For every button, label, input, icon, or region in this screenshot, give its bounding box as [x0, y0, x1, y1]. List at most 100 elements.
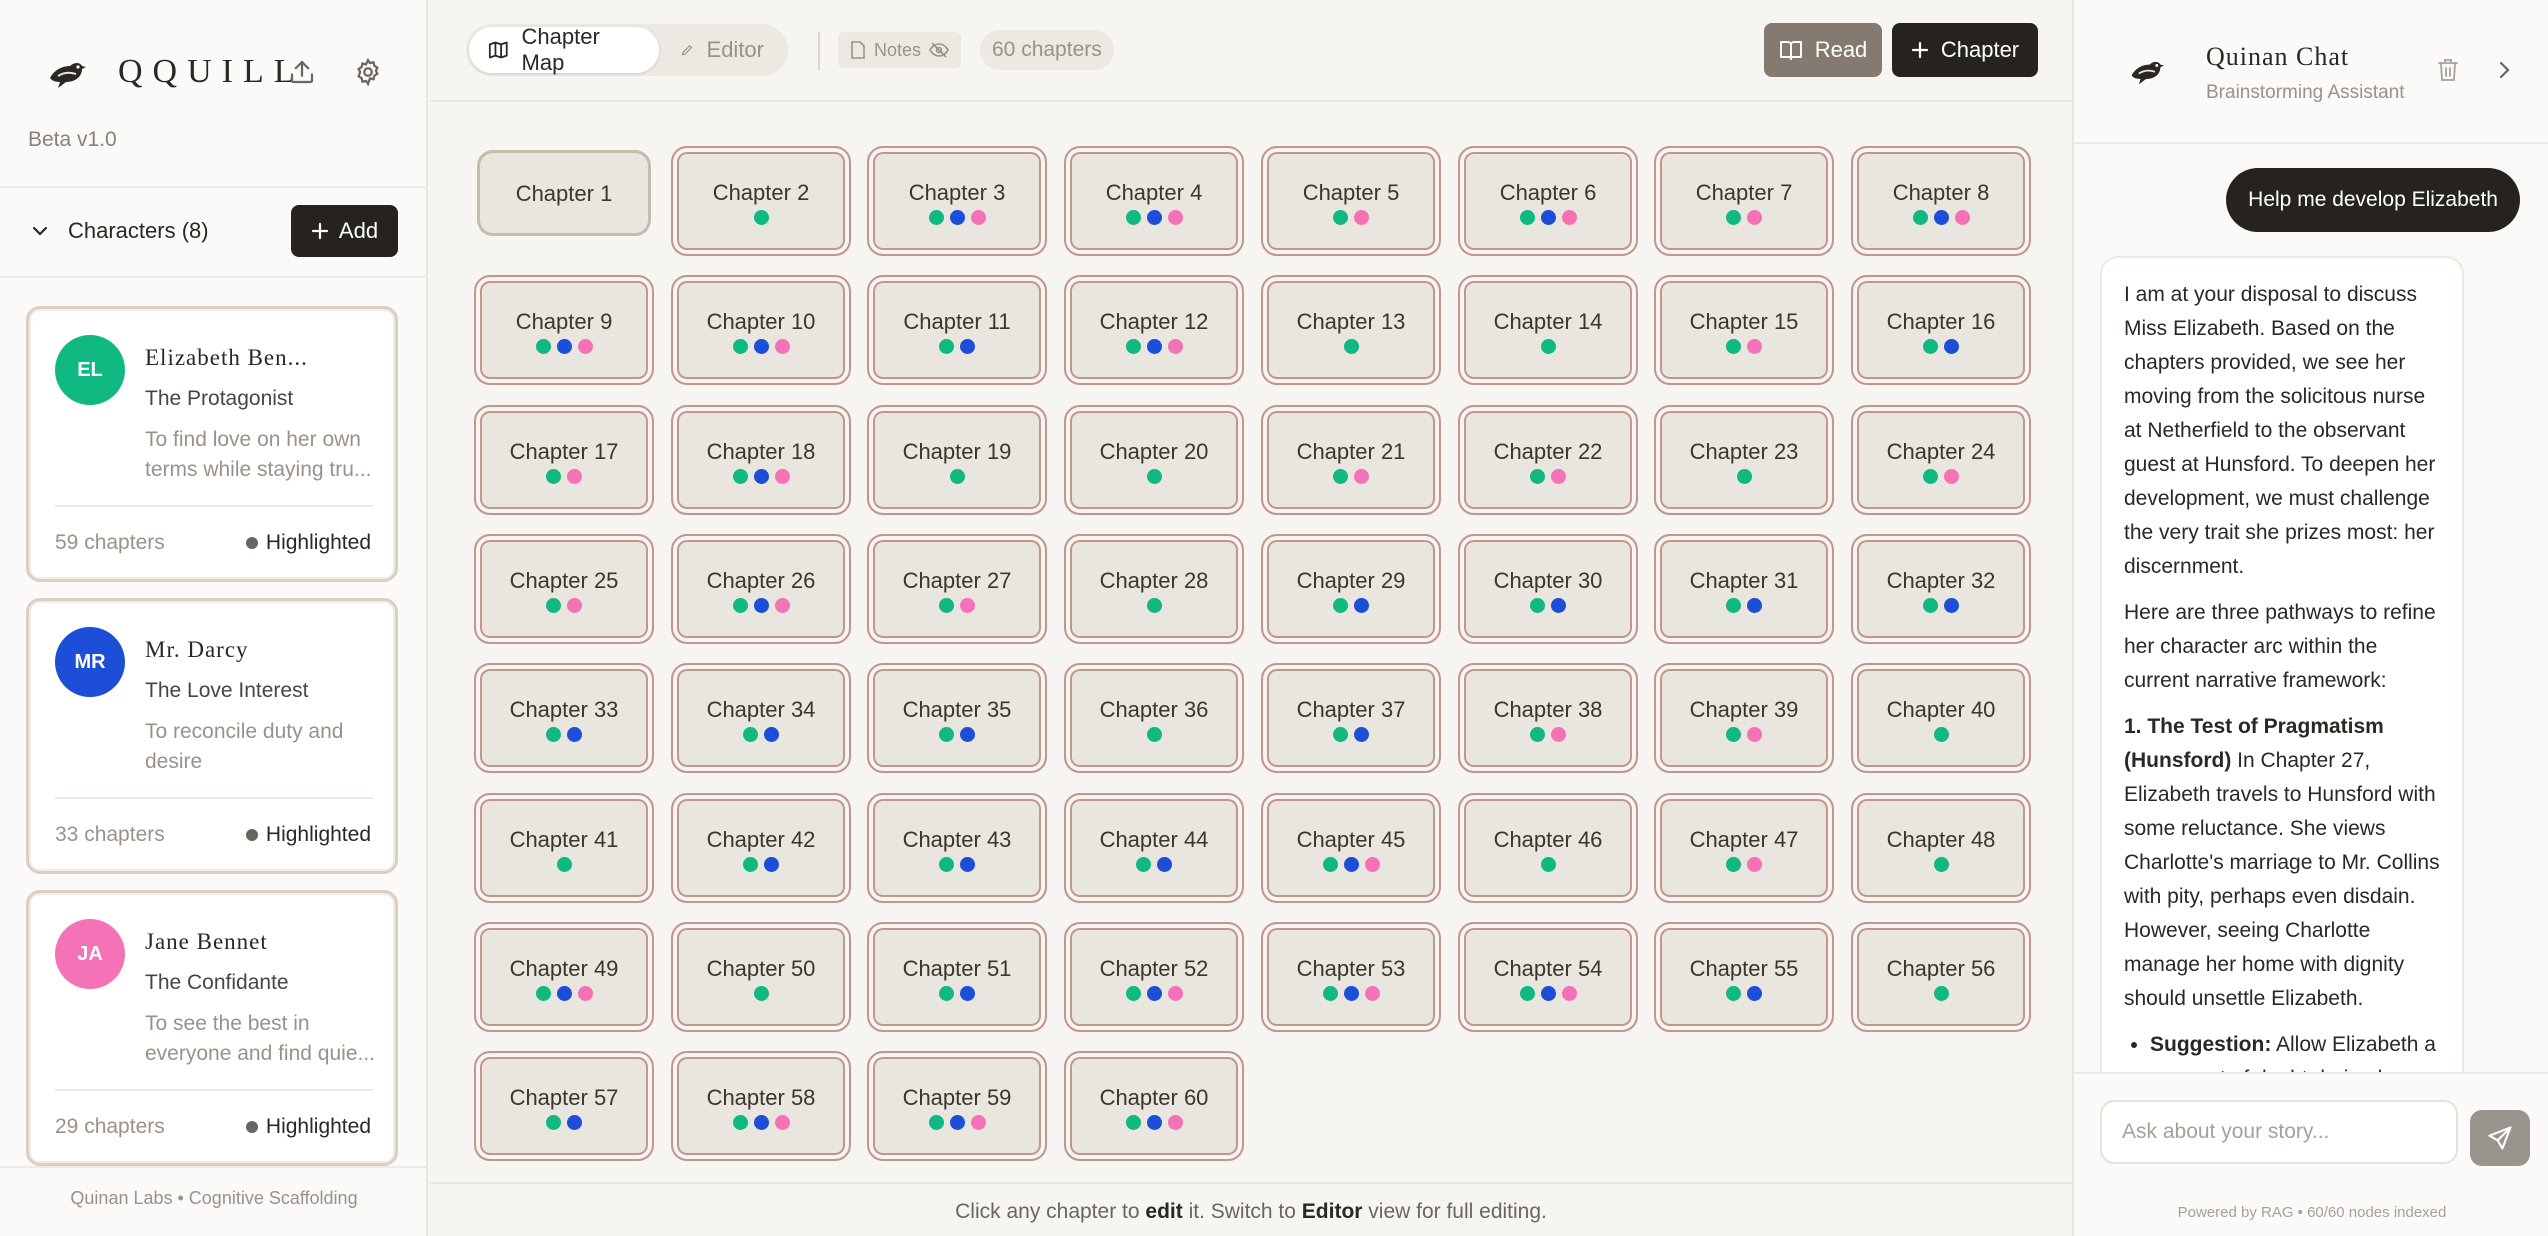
chapter-card[interactable]: Chapter 28	[1064, 534, 1244, 644]
chapter-character-dots	[673, 1115, 849, 1130]
avatar: MR	[55, 627, 125, 697]
chat-input[interactable]	[2100, 1100, 2458, 1164]
chapter-card[interactable]: Chapter 42	[671, 793, 851, 903]
chapter-card[interactable]: Chapter 40	[1851, 663, 2031, 773]
chapter-card[interactable]: Chapter 11	[867, 275, 1047, 385]
chapter-card[interactable]: Chapter 53	[1261, 922, 1441, 1032]
chapter-card[interactable]: Chapter 45	[1261, 793, 1441, 903]
character-card-jane[interactable]: JA Jane Bennet The Confidante To see the…	[26, 890, 398, 1166]
chapter-card[interactable]: Chapter 56	[1851, 922, 2031, 1032]
chapter-card[interactable]: Chapter 36	[1064, 663, 1244, 773]
chapter-card[interactable]: Chapter 41	[474, 793, 654, 903]
add-character-button[interactable]: Add	[291, 205, 398, 257]
chapter-card[interactable]: Chapter 18	[671, 405, 851, 515]
chapter-card[interactable]: Chapter 22	[1458, 405, 1638, 515]
chapter-card[interactable]: Chapter 9	[474, 275, 654, 385]
chapter-card[interactable]: Chapter 55	[1654, 922, 1834, 1032]
chapter-card[interactable]: Chapter 23	[1654, 405, 1834, 515]
character-dot-blue	[567, 727, 582, 742]
chapter-card[interactable]: Chapter 44	[1064, 793, 1244, 903]
chapter-title: Chapter 16	[1886, 309, 1996, 334]
chapter-card[interactable]: Chapter 26	[671, 534, 851, 644]
character-card-darcy[interactable]: MR Mr. Darcy The Love Interest To reconc…	[26, 598, 398, 874]
chapter-card[interactable]: Chapter 10	[671, 275, 851, 385]
character-dot-blue	[1354, 727, 1369, 742]
chapter-card[interactable]: Chapter 1	[477, 150, 651, 236]
character-dot-pink	[1354, 469, 1369, 484]
notes-toggle[interactable]: Notes	[838, 32, 962, 68]
chapter-card[interactable]: Chapter 24	[1851, 405, 2031, 515]
read-button[interactable]: Read	[1764, 23, 1882, 77]
chapter-card[interactable]: Chapter 13	[1261, 275, 1441, 385]
chapter-card[interactable]: Chapter 50	[671, 922, 851, 1032]
chapter-card[interactable]: Chapter 29	[1261, 534, 1441, 644]
character-card-elizabeth[interactable]: EL Elizabeth Ben... The Protagonist To f…	[26, 306, 398, 582]
chapter-card[interactable]: Chapter 21	[1261, 405, 1441, 515]
hint-editor: Editor	[1301, 1200, 1363, 1223]
chapter-character-dots	[1066, 986, 1242, 1001]
chapter-card[interactable]: Chapter 48	[1851, 793, 2031, 903]
chapter-card[interactable]: Chapter 43	[867, 793, 1047, 903]
chapter-card[interactable]: Chapter 57	[474, 1051, 654, 1161]
chapter-card[interactable]: Chapter 20	[1064, 405, 1244, 515]
chapter-card[interactable]: Chapter 39	[1654, 663, 1834, 773]
gear-icon[interactable]	[348, 52, 388, 92]
characters-title: Characters (8)	[68, 218, 209, 243]
chapter-title: Chapter 49	[509, 956, 619, 981]
chapter-title: Chapter 45	[1296, 827, 1406, 852]
chapter-card[interactable]: Chapter 14	[1458, 275, 1638, 385]
chapter-card[interactable]: Chapter 58	[671, 1051, 851, 1161]
character-dot-green	[939, 339, 954, 354]
chapter-card[interactable]: Chapter 16	[1851, 275, 2031, 385]
chapter-card[interactable]: Chapter 27	[867, 534, 1047, 644]
hint-pre: Click any chapter to	[955, 1200, 1146, 1223]
chapter-card[interactable]: Chapter 2	[671, 146, 851, 256]
chapter-card[interactable]: Chapter 60	[1064, 1051, 1244, 1161]
brand: QQUILL	[44, 52, 305, 92]
highlight-toggle[interactable]: Highlighted	[245, 531, 371, 555]
chapter-card[interactable]: Chapter 32	[1851, 534, 2031, 644]
chapter-title: Chapter 39	[1689, 697, 1799, 722]
chapter-title: Chapter 41	[509, 827, 619, 852]
chapter-card[interactable]: Chapter 7	[1654, 146, 1834, 256]
chapter-character-dots	[1066, 469, 1242, 484]
chapter-card[interactable]: Chapter 33	[474, 663, 654, 773]
chapter-card[interactable]: Chapter 5	[1261, 146, 1441, 256]
chapter-card[interactable]: Chapter 54	[1458, 922, 1638, 1032]
chapter-card[interactable]: Chapter 47	[1654, 793, 1834, 903]
tab-chapter-map[interactable]: Chapter Map	[469, 24, 659, 75]
chevron-right-icon[interactable]	[2488, 54, 2520, 86]
chapter-card[interactable]: Chapter 46	[1458, 793, 1638, 903]
chapter-card[interactable]: Chapter 19	[867, 405, 1047, 515]
chapter-character-dots	[1853, 210, 2029, 225]
chapter-card[interactable]: Chapter 4	[1064, 146, 1244, 256]
assistant-list: Suggestion: Allow Elizabeth a moment of …	[2150, 1028, 2440, 1072]
add-chapter-button[interactable]: Chapter	[1892, 23, 2038, 77]
character-dot-pink	[1747, 210, 1762, 225]
chapter-character-dots	[476, 598, 652, 613]
chapter-card[interactable]: Chapter 52	[1064, 922, 1244, 1032]
chapter-card[interactable]: Chapter 17	[474, 405, 654, 515]
chapter-card[interactable]: Chapter 49	[474, 922, 654, 1032]
chapter-card[interactable]: Chapter 31	[1654, 534, 1834, 644]
chapter-card[interactable]: Chapter 6	[1458, 146, 1638, 256]
chapter-card[interactable]: Chapter 3	[867, 146, 1047, 256]
export-icon[interactable]	[282, 52, 322, 92]
chapter-card[interactable]: Chapter 34	[671, 663, 851, 773]
chapter-card[interactable]: Chapter 59	[867, 1051, 1047, 1161]
trash-icon[interactable]	[2432, 54, 2464, 86]
chapter-card[interactable]: Chapter 35	[867, 663, 1047, 773]
tab-editor[interactable]: Editor	[662, 27, 782, 73]
chapter-card[interactable]: Chapter 51	[867, 922, 1047, 1032]
chapter-card[interactable]: Chapter 37	[1261, 663, 1441, 773]
chapter-card[interactable]: Chapter 25	[474, 534, 654, 644]
character-dot-green	[732, 469, 748, 484]
highlight-toggle[interactable]: Highlighted	[245, 1115, 371, 1139]
chapter-card[interactable]: Chapter 12	[1064, 275, 1244, 385]
chapter-card[interactable]: Chapter 15	[1654, 275, 1834, 385]
chapter-card[interactable]: Chapter 30	[1458, 534, 1638, 644]
send-button[interactable]	[2470, 1110, 2530, 1166]
chapter-card[interactable]: Chapter 38	[1458, 663, 1638, 773]
highlight-toggle[interactable]: Highlighted	[245, 823, 371, 847]
chapter-card[interactable]: Chapter 8	[1851, 146, 2031, 256]
